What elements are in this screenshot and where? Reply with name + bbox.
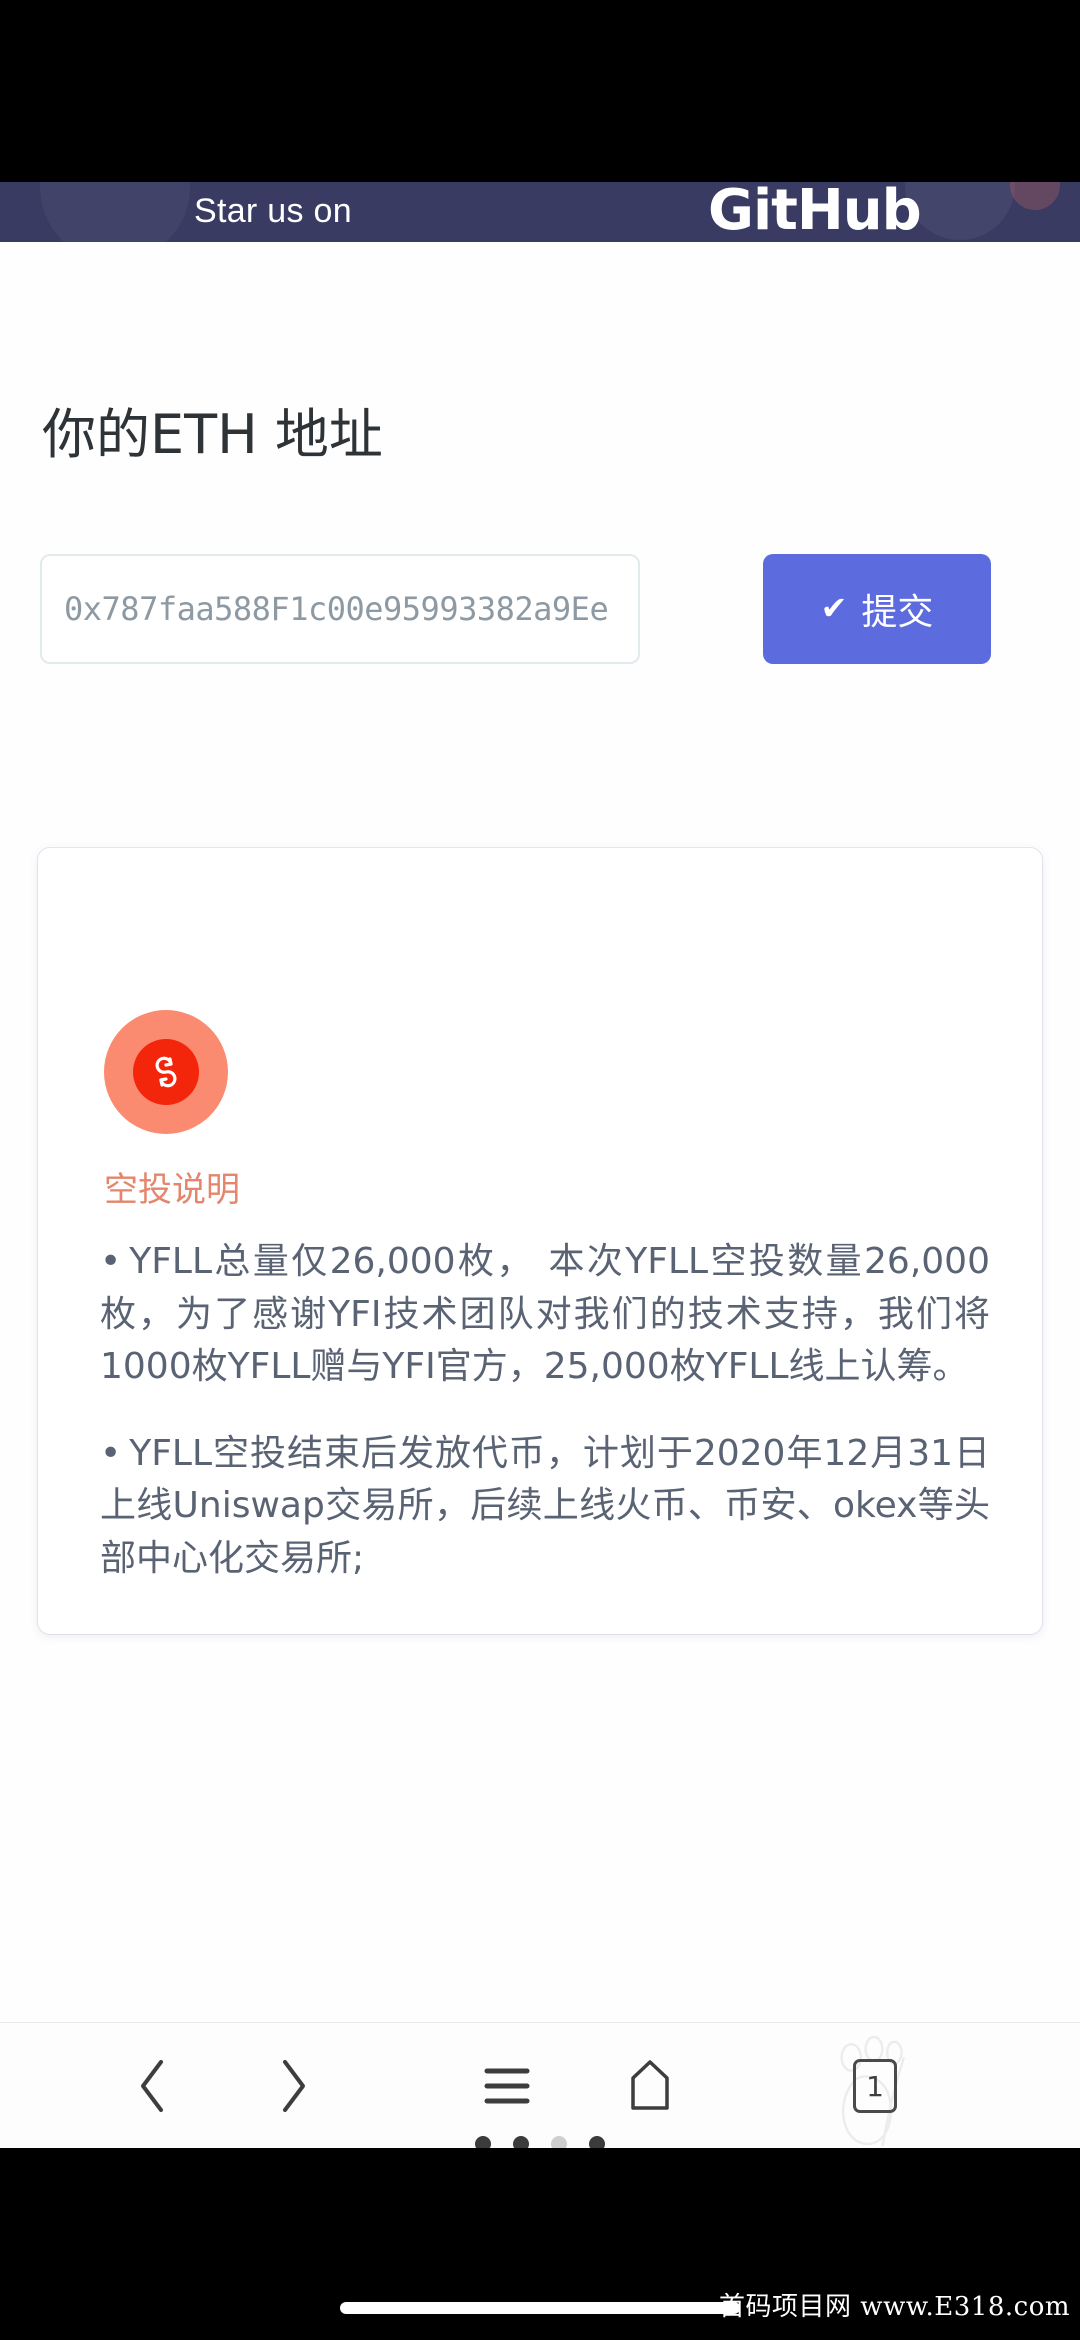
airdrop-paragraph: • YFLL总量仅26,000枚， 本次YFLL空投数量26,000枚，为了感谢Y…: [100, 1236, 990, 1394]
banner-star-text: Star us on: [194, 192, 352, 230]
bullet-icon: •: [100, 1432, 122, 1474]
site-watermark: 首码项目网 www.E318.com: [719, 2292, 1070, 2322]
swap-dollar-icon-inner: [133, 1039, 199, 1105]
top-letterbox: [0, 0, 1080, 182]
github-promo-banner[interactable]: Star us on GitHub: [0, 182, 1080, 242]
airdrop-paragraph-text: YFLL空投结束后发放代币，计划于2020年12月31日上线Uniswap交易所…: [100, 1432, 990, 1579]
github-logo-text: GitHub: [708, 182, 922, 242]
banner-blob-decor: [905, 182, 1015, 240]
hamburger-menu-icon: [484, 2068, 530, 2104]
banner-blob-decor: [40, 182, 190, 242]
phone-screen: Star us on GitHub 你的ETH 地址 ✔ 提交: [0, 0, 1080, 2340]
submit-button[interactable]: ✔ 提交: [763, 554, 991, 664]
banner-blob-decor: [1010, 182, 1060, 210]
home-icon: [631, 2060, 669, 2110]
card-body: • YFLL总量仅26,000枚， 本次YFLL空投数量26,000枚，为了感谢Y…: [100, 1236, 990, 1619]
gesture-home-bar[interactable]: [340, 2302, 740, 2314]
web-page-content: 你的ETH 地址 ✔ 提交: [0, 242, 1080, 2022]
bullet-icon: •: [100, 1241, 122, 1282]
page-title: 你的ETH 地址: [42, 403, 383, 466]
tab-count-label: 1: [866, 2069, 884, 2103]
check-icon: ✔: [820, 589, 848, 627]
tab-count-badge: 1: [853, 2059, 897, 2113]
airdrop-paragraph-text: YFLL总量仅26,000枚， 本次YFLL空投数量26,000枚，为了感谢YF…: [100, 1241, 990, 1388]
submit-button-label: 提交: [861, 592, 934, 633]
back-chevron-icon: [141, 2060, 163, 2112]
card-section-title: 空投说明: [104, 1170, 240, 1210]
airdrop-info-card: 空投说明 • YFLL总量仅26,000枚， 本次YFLL空投数量26,000枚，…: [38, 848, 1042, 1634]
forward-chevron-icon: [283, 2060, 305, 2112]
swap-dollar-icon: [104, 1010, 228, 1134]
eth-address-input[interactable]: [40, 554, 640, 664]
address-form: ✔ 提交: [0, 550, 1080, 690]
airdrop-paragraph: • YFLL空投结束后发放代币，计划于2020年12月31日上线Uniswap交易…: [100, 1428, 990, 1586]
